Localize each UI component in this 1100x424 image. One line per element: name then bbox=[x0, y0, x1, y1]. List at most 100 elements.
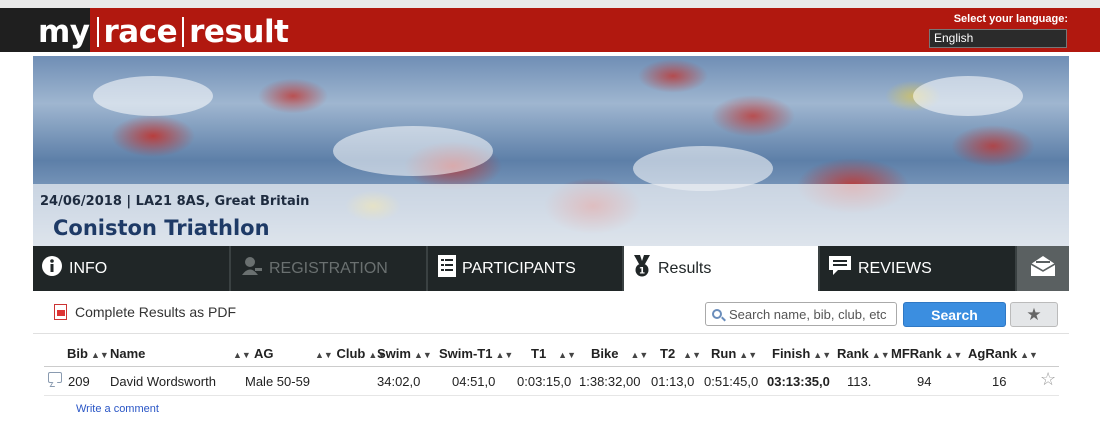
tab-registration[interactable]: REGISTRATION bbox=[231, 246, 428, 291]
column-header-label: Swim bbox=[377, 346, 411, 361]
event-nav: INFO REGISTRATION PARTICIPANTS 1 Results… bbox=[33, 246, 1069, 291]
tab-participants[interactable]: PARTICIPANTS bbox=[428, 246, 624, 291]
medal-icon: 1 bbox=[632, 255, 652, 282]
cell-t2: 01:13,0 bbox=[651, 374, 695, 389]
column-header-ag[interactable]: ▲▼ AG bbox=[230, 346, 273, 361]
comment-icon[interactable] bbox=[48, 372, 62, 383]
top-header: my race result Select your language: Eng… bbox=[0, 0, 1100, 52]
column-header-label: Name bbox=[110, 346, 146, 361]
tab-reviews-label: REVIEWS bbox=[858, 259, 932, 277]
column-header-rank[interactable]: Rank ▲▼ bbox=[837, 346, 890, 361]
column-header-label: AG bbox=[253, 346, 274, 361]
cell-name[interactable]: David Wordsworth bbox=[110, 374, 216, 389]
sort-icon: ▲▼ bbox=[683, 350, 701, 360]
column-header-bib[interactable]: Bib ▲▼ bbox=[67, 346, 109, 361]
column-header-label: Finish bbox=[772, 346, 811, 361]
favorites-button[interactable]: ★ bbox=[1010, 302, 1058, 327]
column-header-run[interactable]: Run ▲▼ bbox=[711, 346, 757, 361]
tab-participants-label: PARTICIPANTS bbox=[462, 259, 576, 277]
envelope-icon bbox=[1030, 255, 1056, 282]
search-placeholder: Search name, bib, club, etc bbox=[729, 306, 887, 322]
logo-word-my: my bbox=[38, 14, 90, 50]
tab-info[interactable]: INFO bbox=[33, 246, 231, 291]
column-header-club[interactable]: ▲▼ Club ▲▼ bbox=[312, 346, 386, 361]
column-header-label: Swim-T1 bbox=[439, 346, 493, 361]
tab-info-label: INFO bbox=[69, 259, 108, 277]
column-header-label: Bike bbox=[591, 346, 619, 361]
user-edit-icon bbox=[241, 256, 263, 281]
pdf-results-link[interactable]: Complete Results as PDF bbox=[54, 304, 236, 320]
search-icon bbox=[712, 309, 722, 319]
cell-swim-t1: 04:51,0 bbox=[452, 374, 496, 389]
page: my race result Select your language: Eng… bbox=[0, 0, 1100, 424]
table-row-divider bbox=[44, 395, 1059, 396]
sort-icon: ▲▼ bbox=[413, 350, 432, 360]
site-logo[interactable]: my race result bbox=[38, 12, 289, 52]
column-header-t2[interactable]: T2 ▲▼ bbox=[660, 346, 701, 361]
sort-icon: ▲▼ bbox=[558, 350, 576, 360]
event-title: Coniston Triathlon bbox=[53, 216, 270, 240]
column-header-swim-t1[interactable]: Swim-T1 ▲▼ bbox=[439, 346, 513, 361]
logo-word-race: race bbox=[103, 14, 178, 50]
logo-word-result: result bbox=[189, 14, 289, 50]
toolbar-divider bbox=[33, 333, 1069, 334]
column-header-label: T1 bbox=[531, 346, 547, 361]
write-comment-link[interactable]: Write a comment bbox=[76, 403, 159, 415]
info-icon bbox=[41, 255, 63, 282]
sort-icon: ▲▼ bbox=[1020, 350, 1038, 360]
cell-run: 0:51:45,0 bbox=[704, 374, 759, 389]
cell-bike: 1:38:32,00 bbox=[579, 374, 641, 389]
table-header-divider bbox=[44, 366, 1059, 367]
banner-splash bbox=[93, 76, 213, 116]
cell-mfrank: 94 bbox=[917, 374, 932, 389]
cell-t1: 0:03:15,0 bbox=[517, 374, 572, 389]
banner-splash bbox=[913, 76, 1023, 116]
column-header-label: AgRank bbox=[968, 346, 1018, 361]
column-header-agrank[interactable]: AgRank ▲▼ bbox=[968, 346, 1038, 361]
column-header-swim[interactable]: Swim ▲▼ bbox=[377, 346, 432, 361]
star-icon[interactable]: ☆ bbox=[1040, 369, 1056, 390]
comment-icon bbox=[828, 255, 852, 282]
column-header-t1[interactable]: T1 ▲▼ bbox=[531, 346, 576, 361]
list-icon bbox=[438, 255, 456, 282]
cell-finish: 03:13:35,0 bbox=[767, 374, 830, 389]
tab-reviews[interactable]: REVIEWS bbox=[820, 246, 1017, 291]
column-header-mfrank[interactable]: MFRank ▲▼ bbox=[891, 346, 962, 361]
sort-icon: ▲▼ bbox=[630, 350, 649, 360]
svg-text:1: 1 bbox=[639, 267, 645, 277]
search-input[interactable]: Search name, bib, club, etc bbox=[705, 302, 897, 326]
logo-divider bbox=[182, 17, 185, 47]
column-header-label: MFRank bbox=[891, 346, 942, 361]
sort-icon: ▲▼ bbox=[495, 350, 514, 360]
column-header-label: Bib bbox=[67, 346, 88, 361]
language-label: Select your language: bbox=[953, 13, 1068, 25]
logo-divider bbox=[96, 17, 99, 47]
language-select[interactable]: English bbox=[929, 29, 1067, 48]
column-header-finish[interactable]: Finish ▲▼ bbox=[772, 346, 831, 361]
cell-bib: 209 bbox=[68, 374, 90, 389]
tab-registration-label: REGISTRATION bbox=[269, 259, 388, 277]
pdf-icon bbox=[54, 304, 67, 320]
sort-icon: ▲▼ bbox=[813, 350, 832, 360]
star-icon: ★ bbox=[1026, 304, 1042, 324]
tab-results-label: Results bbox=[658, 259, 712, 277]
sort-icon: ▲▼ bbox=[871, 350, 890, 360]
cell-ag: Male 50-59 bbox=[245, 374, 311, 389]
sort-icon: ▲▼ bbox=[315, 350, 333, 360]
sort-icon: ▲▼ bbox=[944, 350, 963, 360]
column-header-label: Run bbox=[711, 346, 737, 361]
sort-icon: ▲▼ bbox=[90, 350, 109, 360]
pdf-results-label: Complete Results as PDF bbox=[75, 304, 237, 320]
sort-icon: ▲▼ bbox=[739, 350, 758, 360]
cell-agrank: 16 bbox=[992, 374, 1007, 389]
event-date-location: 24/06/2018 | LA21 8AS, Great Britain bbox=[40, 194, 310, 209]
column-header-name[interactable]: Name bbox=[110, 346, 145, 361]
column-header-label: T2 bbox=[660, 346, 676, 361]
contact-mail-button[interactable] bbox=[1017, 246, 1069, 291]
event-banner: 24/06/2018 | LA21 8AS, Great Britain Con… bbox=[33, 56, 1069, 246]
tab-results[interactable]: 1 Results bbox=[624, 246, 820, 291]
search-button[interactable]: Search bbox=[903, 302, 1006, 327]
column-header-label: Rank bbox=[837, 346, 869, 361]
cell-rank: 113. bbox=[847, 374, 872, 389]
column-header-bike[interactable]: Bike ▲▼ bbox=[591, 346, 648, 361]
